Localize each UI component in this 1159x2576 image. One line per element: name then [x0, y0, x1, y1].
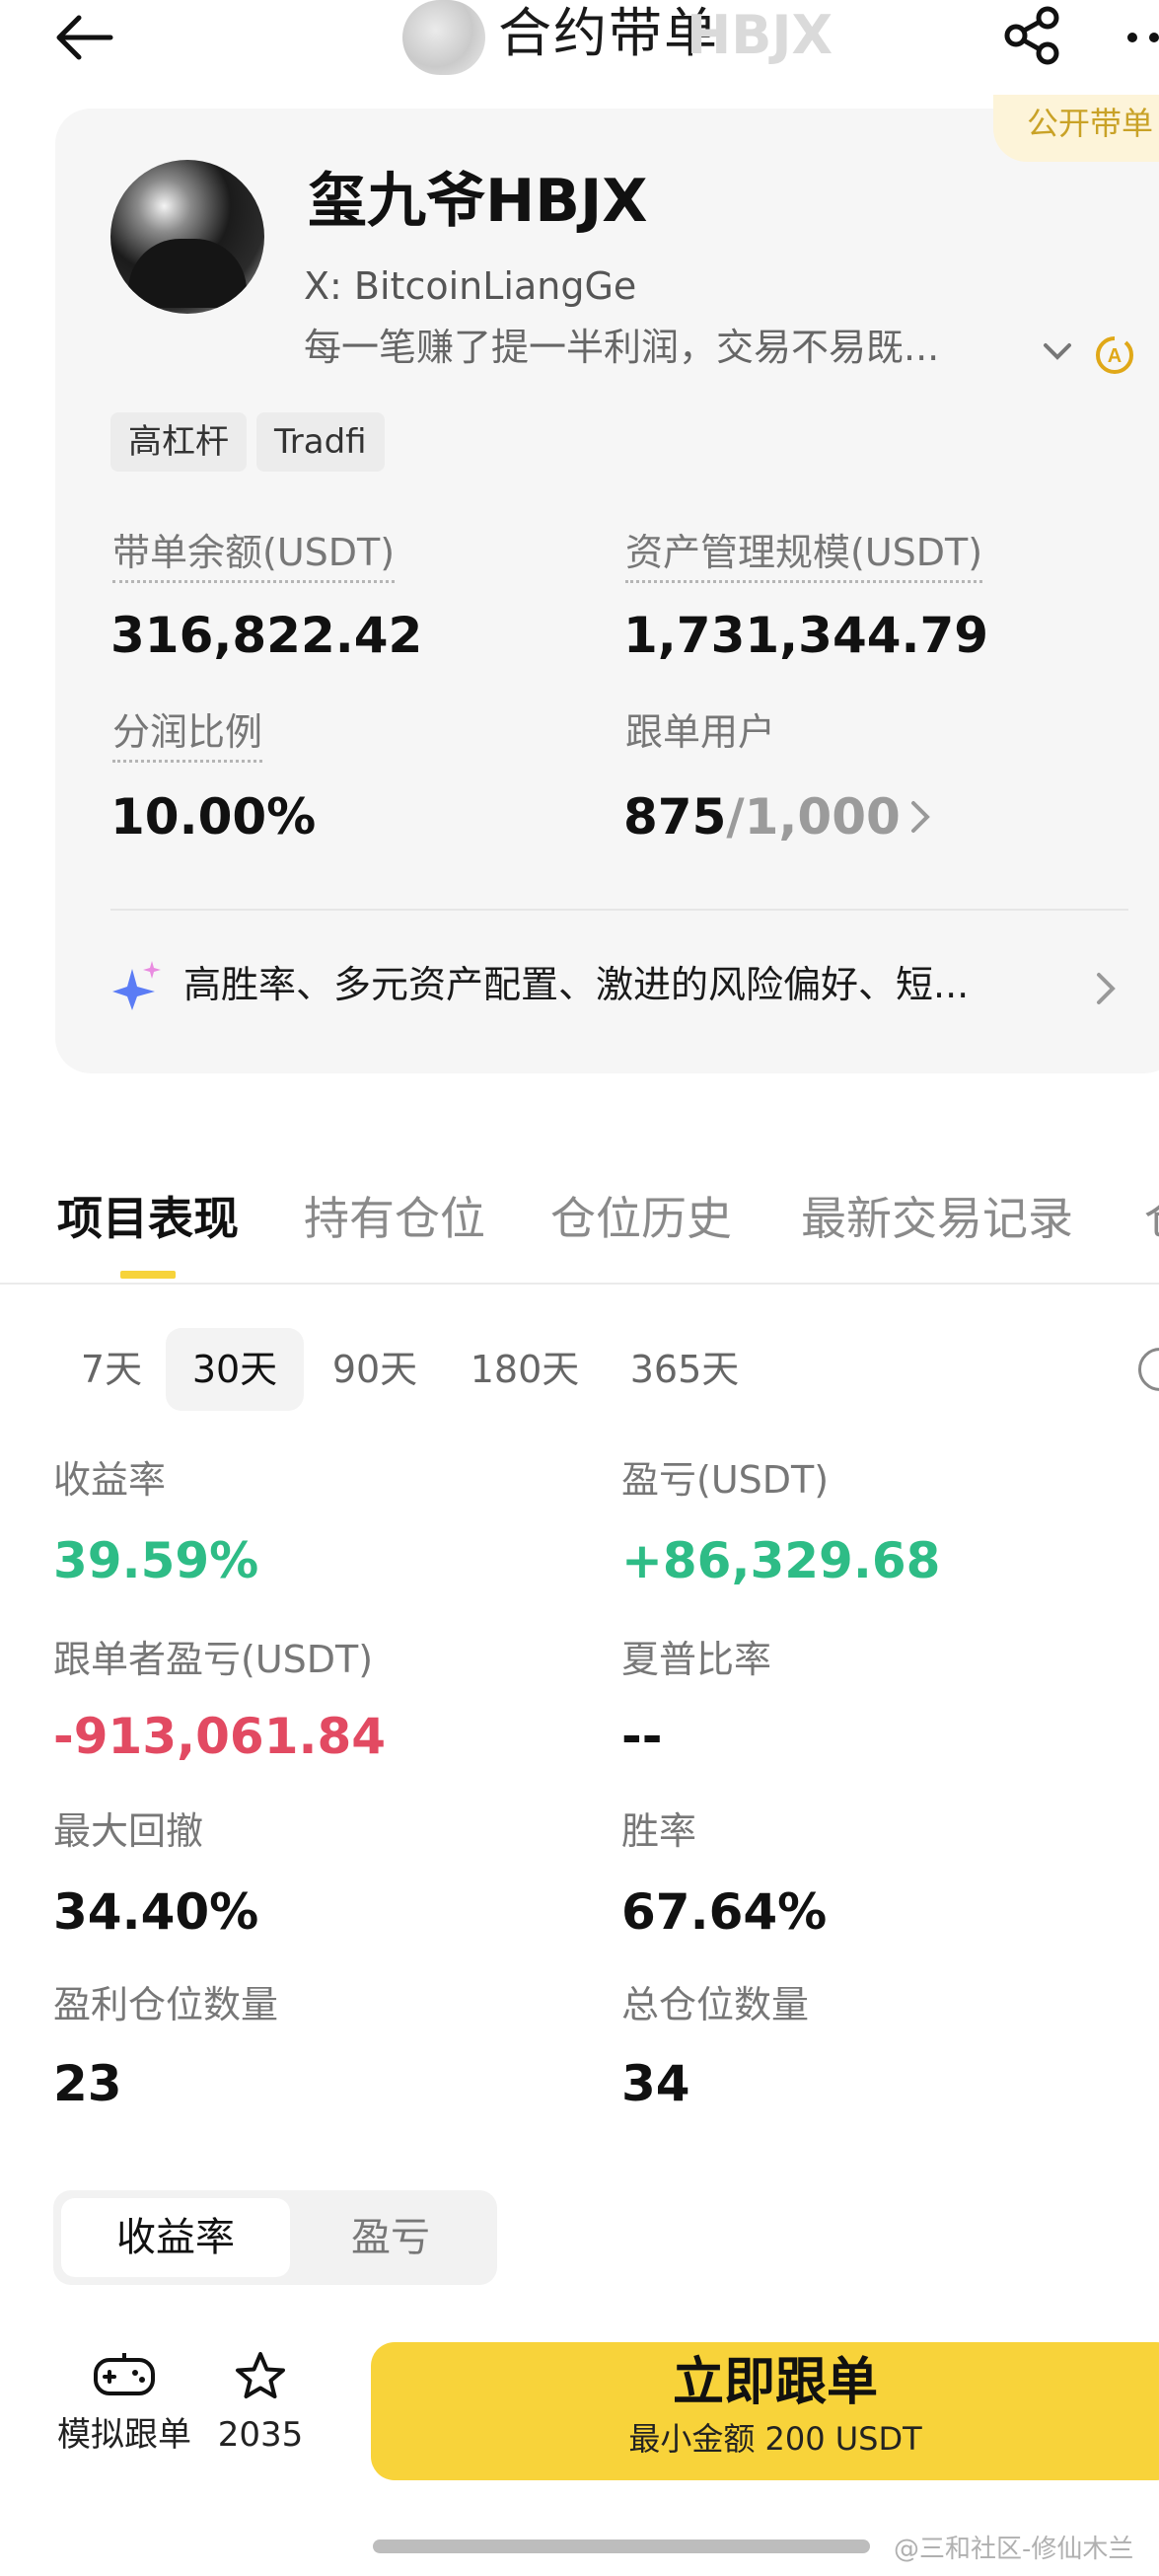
- more-button[interactable]: [1124, 10, 1159, 59]
- ai-summary-link[interactable]: [1091, 969, 1121, 1008]
- more-icon: [1127, 33, 1159, 42]
- chevron-down-icon: [1044, 343, 1071, 360]
- aum-value: 1,731,344.79: [623, 607, 989, 664]
- copy-trade-button[interactable]: 立即跟单 最小金额 200 USDT: [371, 2342, 1159, 2480]
- win-rate-value: 67.64%: [621, 1883, 828, 1941]
- period-365d[interactable]: 365天: [616, 1328, 754, 1411]
- favorite-count: 2035: [217, 2415, 304, 2455]
- total-positions-value: 34: [621, 2055, 690, 2112]
- avatar[interactable]: [110, 160, 264, 314]
- followers-label: 跟单用户: [625, 710, 776, 754]
- period-180d[interactable]: 180天: [458, 1328, 592, 1411]
- translate-icon: A: [1096, 336, 1133, 374]
- tab-position-history[interactable]: 仓位历史: [550, 1184, 732, 1253]
- followers-count: 875: [623, 788, 727, 846]
- simulate-copy-label: 模拟跟单: [57, 2415, 191, 2455]
- aum-label[interactable]: 资产管理规模(USDT): [625, 527, 983, 583]
- public-badge: 公开带单: [993, 95, 1159, 162]
- top-bar: 合约带单 HBJX: [0, 0, 1159, 79]
- profit-share-label[interactable]: 分润比例: [112, 706, 263, 763]
- chevron-right-icon: [1097, 973, 1116, 1004]
- copy-trade-min-amount: 最小金额 200 USDT: [628, 2420, 922, 2458]
- share-button[interactable]: [998, 4, 1067, 67]
- toggle-pnl[interactable]: 盈亏: [290, 2198, 491, 2277]
- simulate-copy-button[interactable]: 模拟跟单: [51, 2350, 197, 2459]
- period-90d[interactable]: 90天: [318, 1328, 432, 1411]
- period-7d[interactable]: 7天: [67, 1328, 156, 1411]
- footer-watermark: @三和社区-修仙木兰: [894, 2535, 1134, 2564]
- max-drawdown-value: 34.40%: [53, 1883, 259, 1941]
- win-rate-label: 胜率: [621, 1809, 697, 1853]
- sharpe-label: 夏普比率: [621, 1638, 772, 1681]
- gamepad-icon: [94, 2353, 155, 2395]
- trader-name: 玺九爷HBJX: [308, 167, 648, 236]
- favorite-button[interactable]: 2035: [209, 2350, 312, 2459]
- trader-bio: 每一笔赚了提一半利润，交易不易既...: [304, 326, 940, 369]
- back-arrow-icon: [56, 15, 113, 60]
- winning-positions-value: 23: [53, 2055, 122, 2112]
- tag-tradfi: Tradfi: [256, 412, 385, 472]
- star-icon: [236, 2352, 285, 2398]
- share-icon: [1004, 6, 1059, 65]
- chart-metric-toggle: 收益率 盈亏: [53, 2190, 497, 2285]
- svg-text:A: A: [1108, 345, 1122, 367]
- translate-button[interactable]: A: [1093, 333, 1136, 377]
- tab-positions[interactable]: 持有仓位: [304, 1184, 485, 1253]
- balance-value: 316,822.42: [110, 607, 423, 664]
- follower-pnl-value: -913,061.84: [53, 1708, 387, 1765]
- total-positions-label: 总仓位数量: [621, 1983, 810, 2026]
- sharpe-value: --: [621, 1708, 663, 1765]
- max-drawdown-label: 最大回撤: [53, 1809, 204, 1853]
- balance-label[interactable]: 带单余额(USDT): [112, 527, 396, 583]
- back-button[interactable]: [51, 8, 120, 67]
- toggle-roi[interactable]: 收益率: [61, 2198, 290, 2277]
- tabs-divider: [0, 1283, 1159, 1285]
- followers-link[interactable]: [905, 797, 935, 837]
- winning-positions-label: 盈利仓位数量: [53, 1983, 279, 2026]
- followers-max: /1,000: [726, 788, 901, 846]
- pnl-value: +86,329.68: [621, 1532, 941, 1589]
- followers-value[interactable]: 875/1,000: [623, 785, 901, 848]
- tab-latest-trades[interactable]: 最新交易记录: [801, 1184, 1073, 1253]
- period-30d[interactable]: 30天: [166, 1328, 304, 1411]
- ai-summary[interactable]: 高胜率、多元资产配置、激进的风险偏好、短...: [183, 957, 1032, 1012]
- expand-bio-button[interactable]: [1040, 333, 1075, 369]
- roi-value: 39.59%: [53, 1532, 259, 1589]
- active-tab-indicator: [120, 1271, 176, 1279]
- copy-trade-label: 立即跟单: [672, 2353, 878, 2412]
- tag-high-leverage: 高杠杆: [110, 412, 247, 472]
- ai-sparkle-icon: [112, 961, 162, 1010]
- logo-icon: [402, 0, 485, 75]
- chevron-right-icon: [911, 801, 930, 833]
- header-watermark: HBJX: [687, 4, 833, 66]
- pnl-label: 盈亏(USDT): [621, 1458, 830, 1502]
- info-icon[interactable]: [1138, 1348, 1159, 1391]
- card-divider: [110, 909, 1128, 911]
- social-handle[interactable]: X: BitcoinLiangGe: [304, 260, 636, 312]
- roi-label: 收益率: [53, 1458, 167, 1502]
- home-indicator[interactable]: [373, 2539, 870, 2553]
- profit-share-value: 10.00%: [110, 788, 317, 846]
- tab-more[interactable]: 仓: [1144, 1184, 1159, 1253]
- follower-pnl-label: 跟单者盈亏(USDT): [53, 1638, 374, 1681]
- tab-performance[interactable]: 项目表现: [57, 1184, 239, 1253]
